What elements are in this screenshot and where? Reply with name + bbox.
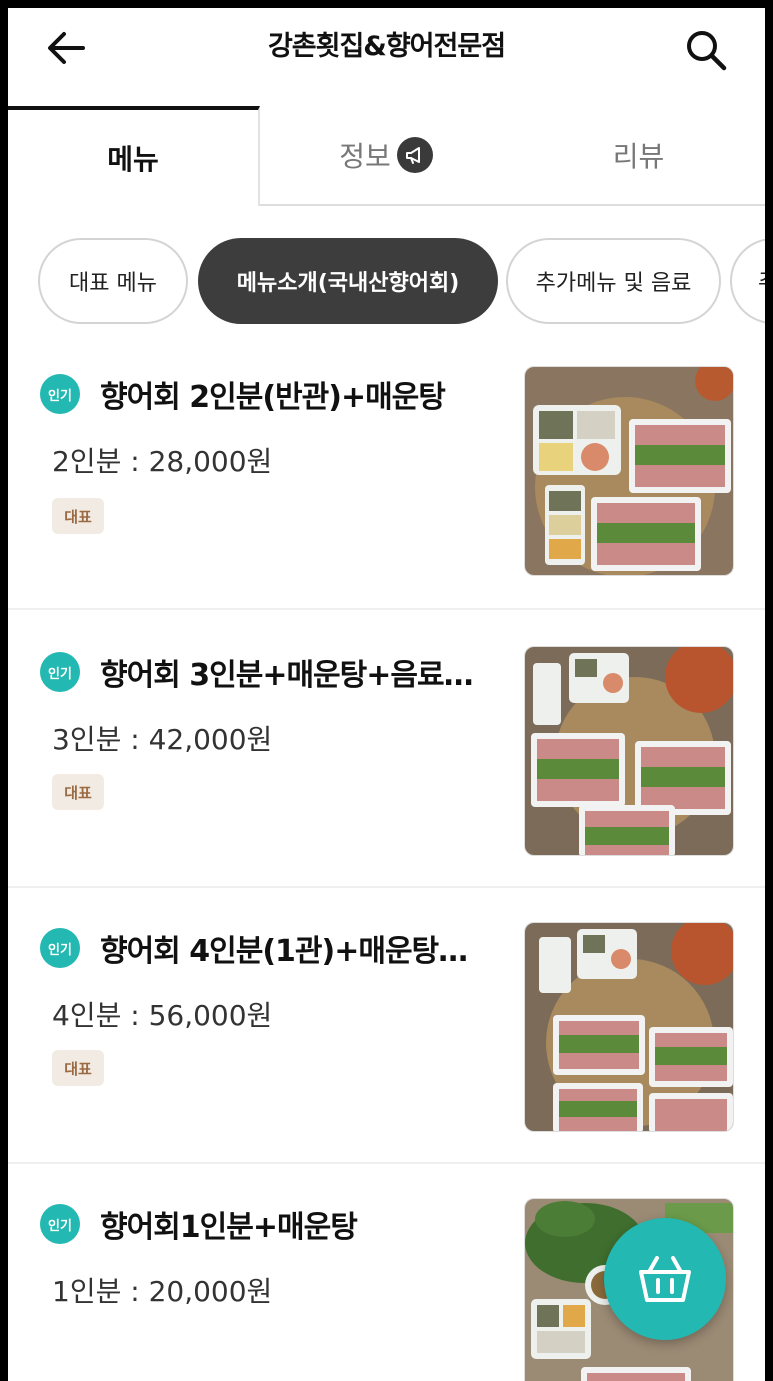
- tab-menu-label: 메뉴: [107, 143, 159, 176]
- signature-tag: 대표: [52, 1050, 104, 1086]
- category-chips: 대표 메뉴 메뉴소개(국내산향어회) 추가메뉴 및 음료 주: [8, 238, 765, 324]
- menu-item-name: 향어회 4인분(1관)+매운탕+…: [100, 934, 490, 969]
- tab-bar: 메뉴 정보 리뷰: [8, 106, 765, 214]
- menu-item-name: 향어회 2인분(반관)+매운탕: [100, 380, 446, 415]
- menu-item[interactable]: 인기 향어회 4인분(1관)+매운탕+… 4인분 : 56,000원 대표: [8, 888, 765, 1164]
- header: 강촌횟집&향어전문점: [8, 8, 765, 106]
- menu-item-price: 3인분 : 42,000원: [52, 723, 273, 756]
- tab-info[interactable]: 정보: [260, 106, 512, 206]
- chip-signature-menu[interactable]: 대표 메뉴: [38, 238, 188, 324]
- search-button[interactable]: [682, 26, 730, 74]
- tab-menu[interactable]: 메뉴: [8, 106, 260, 206]
- page-title: 강촌횟집&향어전문점: [267, 31, 506, 62]
- popular-badge: 인기: [40, 374, 80, 414]
- tab-review-label: 리뷰: [612, 140, 665, 173]
- popular-badge: 인기: [40, 652, 80, 692]
- chip-more[interactable]: 주: [730, 238, 765, 324]
- chip-menu-intro[interactable]: 메뉴소개(국내산향어회): [198, 238, 498, 324]
- signature-tag: 대표: [52, 498, 104, 534]
- menu-item-name: 향어회1인분+매운탕: [100, 1210, 358, 1245]
- popular-badge: 인기: [40, 928, 80, 968]
- tab-info-label: 정보: [339, 140, 391, 173]
- search-icon: [687, 31, 727, 71]
- screen: 강촌횟집&향어전문점 메뉴 정보 리뷰 대표 메뉴 메뉴소개(국내산향어회) 추…: [8, 8, 765, 1381]
- chip-extra-menu-drinks[interactable]: 추가메뉴 및 음료: [506, 238, 721, 324]
- popular-badge: 인기: [40, 1204, 80, 1244]
- back-button[interactable]: [44, 26, 88, 70]
- signature-tag: 대표: [52, 774, 104, 810]
- menu-item-price: 2인분 : 28,000원: [52, 445, 273, 478]
- basket-icon: [639, 1256, 691, 1302]
- tab-review[interactable]: 리뷰: [512, 106, 765, 206]
- menu-item-price: 4인분 : 56,000원: [52, 999, 273, 1032]
- menu-item-name: 향어회 3인분+매운탕+음료1병: [100, 658, 490, 693]
- menu-item-price: 1인분 : 20,000원: [52, 1275, 273, 1308]
- menu-item-image: [524, 646, 734, 856]
- menu-item[interactable]: 인기 향어회 3인분+매운탕+음료1병 3인분 : 42,000원 대표: [8, 612, 765, 888]
- arrow-left-icon: [48, 32, 85, 64]
- menu-item-image: [524, 922, 734, 1132]
- menu-item-image: [524, 366, 734, 576]
- cart-button[interactable]: [604, 1218, 726, 1340]
- megaphone-icon: [396, 137, 433, 173]
- menu-item[interactable]: 인기 향어회 2인분(반관)+매운탕 2인분 : 28,000원 대표: [8, 348, 765, 610]
